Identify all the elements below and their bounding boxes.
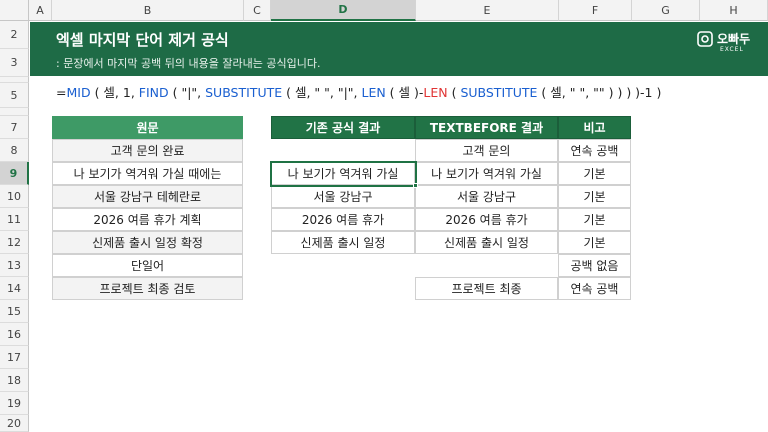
textbefore-result-cell[interactable]: 2026 여름 휴가 bbox=[415, 208, 558, 231]
source-cell[interactable]: 고객 문의 완료 bbox=[52, 139, 243, 162]
select-all-corner[interactable] bbox=[0, 0, 29, 21]
textbefore-result-cell[interactable]: 신제품 출시 일정 bbox=[415, 231, 558, 254]
logo-icon bbox=[697, 31, 713, 47]
note-cell[interactable]: 기본 bbox=[558, 208, 631, 231]
column-header-e[interactable]: E bbox=[416, 0, 559, 21]
source-cell[interactable]: 단일어 bbox=[52, 254, 243, 277]
textbefore-result-cell[interactable]: 서울 강남구 bbox=[415, 185, 558, 208]
legacy-result-cell[interactable]: 2026 여름 휴가 bbox=[271, 208, 415, 231]
row-header-12[interactable]: 12 bbox=[0, 231, 29, 254]
row-header-19[interactable]: 19 bbox=[0, 392, 29, 415]
column-header-g[interactable]: G bbox=[632, 0, 700, 21]
row-header-13[interactable]: 13 bbox=[0, 254, 29, 277]
legacy-result-cell[interactable]: 서울 강남구 bbox=[271, 185, 415, 208]
note-cell[interactable]: 공백 없음 bbox=[558, 254, 631, 277]
textbefore-result-cell[interactable]: 프로젝트 최종 bbox=[415, 277, 558, 300]
note-cell[interactable]: 연속 공백 bbox=[558, 139, 631, 162]
row-header-9[interactable]: 9 bbox=[0, 162, 29, 185]
row-header-16[interactable]: 16 bbox=[0, 323, 29, 346]
row-header-10[interactable]: 10 bbox=[0, 185, 29, 208]
row-header-3[interactable]: 3 bbox=[0, 49, 29, 77]
row-header-17[interactable]: 17 bbox=[0, 346, 29, 369]
row-header-2[interactable]: 2 bbox=[0, 21, 29, 49]
row-header-18[interactable]: 18 bbox=[0, 369, 29, 392]
source-cell[interactable]: 나 보기가 역겨워 가실 때에는 bbox=[52, 162, 243, 185]
source-cell[interactable]: 2026 여름 휴가 계획 bbox=[52, 208, 243, 231]
source-header[interactable]: 원문 bbox=[52, 116, 243, 139]
formula-text: =MID ( 셀, 1, FIND ( "|", SUBSTITUTE ( 셀,… bbox=[56, 85, 662, 100]
row-header-15[interactable]: 15 bbox=[0, 300, 29, 323]
source-cell[interactable]: 프로젝트 최종 검토 bbox=[52, 277, 243, 300]
column-header-b[interactable]: B bbox=[52, 0, 244, 21]
source-cell[interactable]: 신제품 출시 일정 확정 bbox=[52, 231, 243, 254]
column-header-d[interactable]: D bbox=[271, 0, 416, 21]
row-header-7[interactable]: 7 bbox=[0, 116, 29, 139]
row-header-11[interactable]: 11 bbox=[0, 208, 29, 231]
logo-text: 오빠두 bbox=[717, 32, 751, 46]
row-header-14[interactable]: 14 bbox=[0, 277, 29, 300]
page-subtitle: : 문장에서 마지막 공백 뒤의 내용을 잘라내는 공식입니다. bbox=[56, 57, 321, 70]
column-header-h[interactable]: H bbox=[700, 0, 768, 21]
result-header-textbefore[interactable]: TEXTBEFORE 결과 bbox=[415, 116, 558, 139]
textbefore-result-cell[interactable]: 나 보기가 역겨워 가실 bbox=[415, 162, 558, 185]
result-header-legacy[interactable]: 기존 공식 결과 bbox=[271, 116, 415, 139]
note-cell[interactable]: 연속 공백 bbox=[558, 277, 631, 300]
row-header-6[interactable]: 6 bbox=[0, 108, 29, 116]
row-header-5[interactable]: 5 bbox=[0, 83, 29, 108]
column-header-a[interactable]: A bbox=[29, 0, 52, 21]
note-cell[interactable]: 기본 bbox=[558, 185, 631, 208]
legacy-result-cell[interactable]: 신제품 출시 일정 bbox=[271, 231, 415, 254]
active-cell-selection[interactable] bbox=[270, 161, 417, 187]
row-header-20[interactable]: 20 bbox=[0, 415, 29, 432]
note-cell[interactable]: 기본 bbox=[558, 162, 631, 185]
column-header-c[interactable]: C bbox=[244, 0, 271, 21]
column-header-f[interactable]: F bbox=[559, 0, 632, 21]
result-header-note[interactable]: 비고 bbox=[558, 116, 631, 139]
logo-subtext: EXCEL bbox=[720, 46, 744, 53]
row-header-8[interactable]: 8 bbox=[0, 139, 29, 162]
fill-handle[interactable] bbox=[413, 183, 418, 188]
source-cell[interactable]: 서울 강남구 테헤란로 bbox=[52, 185, 243, 208]
note-cell[interactable]: 기본 bbox=[558, 231, 631, 254]
textbefore-result-cell[interactable]: 고객 문의 bbox=[415, 139, 558, 162]
brand-logo: 오빠두 EXCEL bbox=[696, 28, 758, 58]
page-title: 엑셀 마지막 단어 제거 공식 bbox=[56, 31, 229, 49]
